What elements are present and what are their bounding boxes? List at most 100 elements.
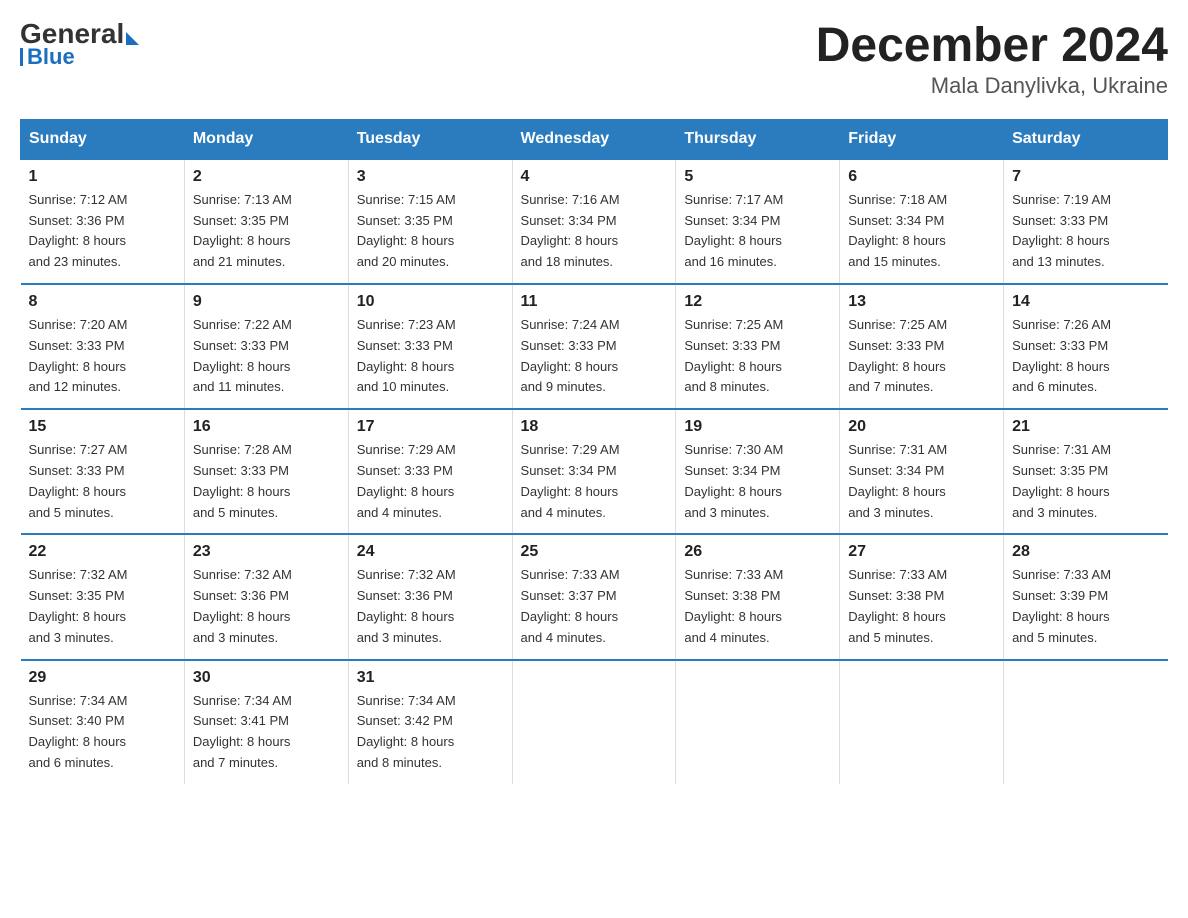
calendar-cell: 14 Sunrise: 7:26 AM Sunset: 3:33 PM Dayl… xyxy=(1004,284,1168,409)
day-info: Sunrise: 7:23 AM Sunset: 3:33 PM Dayligh… xyxy=(357,315,504,398)
calendar-cell: 29 Sunrise: 7:34 AM Sunset: 3:40 PM Dayl… xyxy=(21,660,185,784)
calendar-cell: 1 Sunrise: 7:12 AM Sunset: 3:36 PM Dayli… xyxy=(21,159,185,284)
calendar-cell: 27 Sunrise: 7:33 AM Sunset: 3:38 PM Dayl… xyxy=(840,534,1004,659)
day-info: Sunrise: 7:13 AM Sunset: 3:35 PM Dayligh… xyxy=(193,190,340,273)
calendar-table: SundayMondayTuesdayWednesdayThursdayFrid… xyxy=(20,119,1168,784)
day-number: 1 xyxy=(29,168,176,186)
calendar-cell: 18 Sunrise: 7:29 AM Sunset: 3:34 PM Dayl… xyxy=(512,409,676,534)
day-number: 27 xyxy=(848,543,995,561)
day-info: Sunrise: 7:33 AM Sunset: 3:38 PM Dayligh… xyxy=(684,565,831,648)
day-number: 26 xyxy=(684,543,831,561)
calendar-cell: 8 Sunrise: 7:20 AM Sunset: 3:33 PM Dayli… xyxy=(21,284,185,409)
day-number: 9 xyxy=(193,293,340,311)
calendar-cell: 15 Sunrise: 7:27 AM Sunset: 3:33 PM Dayl… xyxy=(21,409,185,534)
calendar-cell xyxy=(1004,660,1168,784)
calendar-cell xyxy=(840,660,1004,784)
day-info: Sunrise: 7:33 AM Sunset: 3:39 PM Dayligh… xyxy=(1012,565,1159,648)
day-info: Sunrise: 7:15 AM Sunset: 3:35 PM Dayligh… xyxy=(357,190,504,273)
day-number: 3 xyxy=(357,168,504,186)
header-wednesday: Wednesday xyxy=(512,119,676,159)
day-number: 5 xyxy=(684,168,831,186)
header-monday: Monday xyxy=(184,119,348,159)
calendar-cell: 16 Sunrise: 7:28 AM Sunset: 3:33 PM Dayl… xyxy=(184,409,348,534)
day-number: 31 xyxy=(357,669,504,687)
calendar-cell: 26 Sunrise: 7:33 AM Sunset: 3:38 PM Dayl… xyxy=(676,534,840,659)
calendar-cell: 19 Sunrise: 7:30 AM Sunset: 3:34 PM Dayl… xyxy=(676,409,840,534)
day-info: Sunrise: 7:33 AM Sunset: 3:37 PM Dayligh… xyxy=(521,565,668,648)
day-number: 10 xyxy=(357,293,504,311)
day-info: Sunrise: 7:33 AM Sunset: 3:38 PM Dayligh… xyxy=(848,565,995,648)
calendar-cell: 22 Sunrise: 7:32 AM Sunset: 3:35 PM Dayl… xyxy=(21,534,185,659)
calendar-cell: 3 Sunrise: 7:15 AM Sunset: 3:35 PM Dayli… xyxy=(348,159,512,284)
calendar-cell: 25 Sunrise: 7:33 AM Sunset: 3:37 PM Dayl… xyxy=(512,534,676,659)
calendar-cell: 28 Sunrise: 7:33 AM Sunset: 3:39 PM Dayl… xyxy=(1004,534,1168,659)
day-info: Sunrise: 7:32 AM Sunset: 3:36 PM Dayligh… xyxy=(357,565,504,648)
header-saturday: Saturday xyxy=(1004,119,1168,159)
day-info: Sunrise: 7:34 AM Sunset: 3:41 PM Dayligh… xyxy=(193,691,340,774)
day-number: 7 xyxy=(1012,168,1159,186)
day-info: Sunrise: 7:31 AM Sunset: 3:35 PM Dayligh… xyxy=(1012,440,1159,523)
day-info: Sunrise: 7:29 AM Sunset: 3:33 PM Dayligh… xyxy=(357,440,504,523)
header-friday: Friday xyxy=(840,119,1004,159)
header-tuesday: Tuesday xyxy=(348,119,512,159)
title-block: December 2024 Mala Danylivka, Ukraine xyxy=(816,20,1168,99)
day-info: Sunrise: 7:27 AM Sunset: 3:33 PM Dayligh… xyxy=(29,440,176,523)
calendar-cell: 9 Sunrise: 7:22 AM Sunset: 3:33 PM Dayli… xyxy=(184,284,348,409)
logo-blue-text: Blue xyxy=(27,44,75,70)
calendar-cell: 13 Sunrise: 7:25 AM Sunset: 3:33 PM Dayl… xyxy=(840,284,1004,409)
logo-arrow-icon xyxy=(126,32,139,45)
day-number: 21 xyxy=(1012,418,1159,436)
day-number: 2 xyxy=(193,168,340,186)
day-info: Sunrise: 7:32 AM Sunset: 3:36 PM Dayligh… xyxy=(193,565,340,648)
day-number: 23 xyxy=(193,543,340,561)
calendar-cell: 7 Sunrise: 7:19 AM Sunset: 3:33 PM Dayli… xyxy=(1004,159,1168,284)
day-number: 12 xyxy=(684,293,831,311)
day-number: 13 xyxy=(848,293,995,311)
calendar-week-5: 29 Sunrise: 7:34 AM Sunset: 3:40 PM Dayl… xyxy=(21,660,1168,784)
day-info: Sunrise: 7:26 AM Sunset: 3:33 PM Dayligh… xyxy=(1012,315,1159,398)
calendar-cell: 11 Sunrise: 7:24 AM Sunset: 3:33 PM Dayl… xyxy=(512,284,676,409)
day-info: Sunrise: 7:18 AM Sunset: 3:34 PM Dayligh… xyxy=(848,190,995,273)
day-info: Sunrise: 7:25 AM Sunset: 3:33 PM Dayligh… xyxy=(684,315,831,398)
calendar-cell: 31 Sunrise: 7:34 AM Sunset: 3:42 PM Dayl… xyxy=(348,660,512,784)
calendar-week-2: 8 Sunrise: 7:20 AM Sunset: 3:33 PM Dayli… xyxy=(21,284,1168,409)
calendar-cell: 30 Sunrise: 7:34 AM Sunset: 3:41 PM Dayl… xyxy=(184,660,348,784)
header-sunday: Sunday xyxy=(21,119,185,159)
day-info: Sunrise: 7:22 AM Sunset: 3:33 PM Dayligh… xyxy=(193,315,340,398)
day-number: 15 xyxy=(29,418,176,436)
day-number: 6 xyxy=(848,168,995,186)
day-info: Sunrise: 7:12 AM Sunset: 3:36 PM Dayligh… xyxy=(29,190,176,273)
logo: General Blue xyxy=(20,20,139,70)
logo-bar xyxy=(20,48,23,66)
calendar-title: December 2024 xyxy=(816,20,1168,73)
calendar-cell: 12 Sunrise: 7:25 AM Sunset: 3:33 PM Dayl… xyxy=(676,284,840,409)
calendar-cell: 21 Sunrise: 7:31 AM Sunset: 3:35 PM Dayl… xyxy=(1004,409,1168,534)
day-number: 16 xyxy=(193,418,340,436)
calendar-cell xyxy=(676,660,840,784)
calendar-week-4: 22 Sunrise: 7:32 AM Sunset: 3:35 PM Dayl… xyxy=(21,534,1168,659)
day-number: 20 xyxy=(848,418,995,436)
calendar-cell: 20 Sunrise: 7:31 AM Sunset: 3:34 PM Dayl… xyxy=(840,409,1004,534)
calendar-cell: 17 Sunrise: 7:29 AM Sunset: 3:33 PM Dayl… xyxy=(348,409,512,534)
calendar-subtitle: Mala Danylivka, Ukraine xyxy=(816,73,1168,99)
day-number: 18 xyxy=(521,418,668,436)
day-info: Sunrise: 7:32 AM Sunset: 3:35 PM Dayligh… xyxy=(29,565,176,648)
calendar-week-1: 1 Sunrise: 7:12 AM Sunset: 3:36 PM Dayli… xyxy=(21,159,1168,284)
calendar-cell: 2 Sunrise: 7:13 AM Sunset: 3:35 PM Dayli… xyxy=(184,159,348,284)
calendar-header-row: SundayMondayTuesdayWednesdayThursdayFrid… xyxy=(21,119,1168,159)
day-info: Sunrise: 7:31 AM Sunset: 3:34 PM Dayligh… xyxy=(848,440,995,523)
day-number: 22 xyxy=(29,543,176,561)
day-info: Sunrise: 7:28 AM Sunset: 3:33 PM Dayligh… xyxy=(193,440,340,523)
day-info: Sunrise: 7:19 AM Sunset: 3:33 PM Dayligh… xyxy=(1012,190,1159,273)
day-number: 19 xyxy=(684,418,831,436)
calendar-cell: 24 Sunrise: 7:32 AM Sunset: 3:36 PM Dayl… xyxy=(348,534,512,659)
calendar-cell: 10 Sunrise: 7:23 AM Sunset: 3:33 PM Dayl… xyxy=(348,284,512,409)
day-info: Sunrise: 7:16 AM Sunset: 3:34 PM Dayligh… xyxy=(521,190,668,273)
day-info: Sunrise: 7:29 AM Sunset: 3:34 PM Dayligh… xyxy=(521,440,668,523)
day-info: Sunrise: 7:20 AM Sunset: 3:33 PM Dayligh… xyxy=(29,315,176,398)
day-number: 24 xyxy=(357,543,504,561)
day-info: Sunrise: 7:24 AM Sunset: 3:33 PM Dayligh… xyxy=(521,315,668,398)
day-number: 30 xyxy=(193,669,340,687)
day-info: Sunrise: 7:34 AM Sunset: 3:40 PM Dayligh… xyxy=(29,691,176,774)
day-number: 28 xyxy=(1012,543,1159,561)
